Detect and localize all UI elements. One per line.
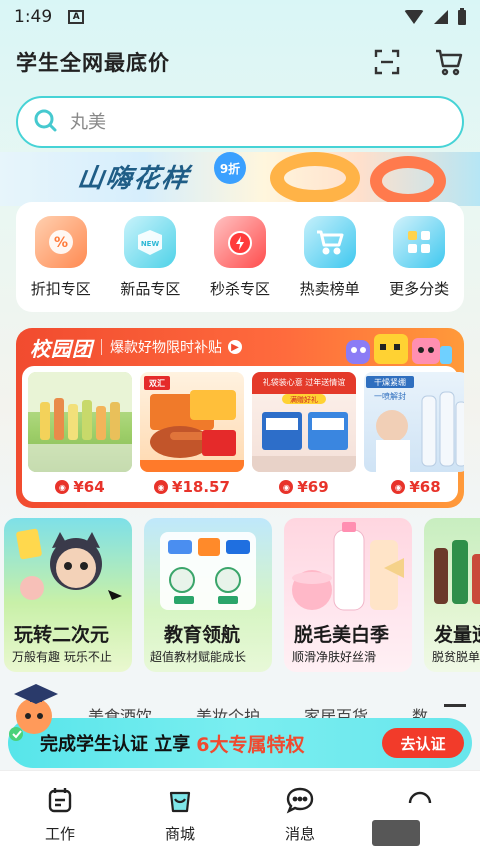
divider: [101, 339, 102, 355]
graduate-mascot-icon: [4, 672, 74, 742]
product-image: 干燥紧绷 一喷解封: [364, 372, 464, 472]
category-more[interactable]: 更多分类: [379, 216, 459, 299]
wifi-icon: [404, 10, 424, 24]
price-tag-icon: ◉: [279, 480, 294, 494]
category-label: 新品专区: [120, 280, 181, 298]
scan-icon[interactable]: [372, 47, 402, 77]
campus-product-list: ◉ ¥64 双汇 ◉ ¥18.57 礼袋装心意 过年送情谊 满赠好礼 ◉ ¥69…: [22, 366, 464, 502]
nav-label: 商城: [164, 825, 195, 843]
product-price: ◉ ¥69: [279, 478, 329, 496]
cert-highlight: 6大专属特权: [196, 733, 305, 756]
search-input[interactable]: [70, 111, 430, 133]
page-title: 学生全网最底价: [16, 51, 170, 75]
product-image: [28, 372, 132, 472]
price-tag-icon: ◉: [55, 480, 70, 494]
flash-sale-icon: [213, 216, 266, 268]
product-tag-text: 一喷解封: [374, 391, 406, 401]
chevron-right-icon: ▶: [228, 340, 242, 354]
price-tag-icon: ◉: [154, 480, 169, 494]
product-price: ◉ ¥68: [391, 478, 441, 496]
promo-carousel: 玩转二次元 万般有趣 玩乐不止 教育领航 超值教材赋能成长 脱毛美白季 顺滑净肤…: [4, 518, 480, 672]
promo-illustration: [434, 540, 480, 604]
banner-badge: 9折: [214, 152, 246, 184]
student-cert-banner[interactable]: 完成学生认证 立享 6大专属特权 去认证: [8, 718, 472, 768]
campus-subtitle: 爆款好物限时补贴: [110, 340, 222, 356]
work-icon: [45, 785, 75, 819]
cart-icon[interactable]: [434, 47, 464, 77]
discount-icon: %: [34, 216, 87, 268]
battery-icon: [458, 7, 466, 25]
category-flash-sale[interactable]: 秒杀专区: [200, 216, 280, 299]
nav-shop[interactable]: 商城: [120, 771, 240, 853]
message-icon: [285, 785, 315, 819]
product-tag-text: 干燥紧绷: [374, 377, 406, 387]
category-card: % 折扣专区 NEW 新品专区 秒杀专区 热卖榜单 更多分类: [16, 202, 464, 312]
product-image: 礼袋装心意 过年送情谊 满赠好礼: [252, 372, 356, 472]
search-bar[interactable]: [16, 96, 464, 148]
banner-carousel[interactable]: 山嗨花样 9折: [0, 152, 480, 206]
product-card[interactable]: 干燥紧绷 一喷解封 ◉ ¥68: [364, 372, 464, 496]
promo-card-beauty[interactable]: 脱毛美白季 顺滑净肤好丝滑: [284, 518, 412, 672]
price-tag-icon: ◉: [391, 480, 406, 494]
hot-cart-icon: [303, 216, 356, 268]
promo-subtitle: 顺滑净肤好丝滑: [292, 650, 377, 664]
promo-illustration: [160, 532, 256, 610]
swim-ring-decor: [370, 156, 446, 206]
promo-card-education[interactable]: 教育领航 超值教材赋能成长: [144, 518, 272, 672]
product-card[interactable]: 双汇 ◉ ¥18.57: [140, 372, 244, 496]
promo-title: 脱毛美白季: [294, 624, 390, 646]
promo-illustration: [292, 522, 404, 611]
status-bar: 1:49 A: [0, 0, 480, 34]
product-image: 双汇: [140, 372, 244, 472]
product-tag-text: 双汇: [149, 378, 165, 388]
promo-subtitle: 万般有趣 玩乐不止: [12, 650, 112, 664]
product-tag-text: 满赠好礼: [290, 395, 318, 404]
promo-title: 发量逆: [434, 624, 480, 646]
nav-label: 工作: [44, 825, 75, 843]
svg-text:NEW: NEW: [141, 240, 160, 248]
promo-subtitle: 超值教材赋能成长: [150, 650, 247, 664]
category-label: 热卖榜单: [299, 280, 360, 298]
nav-message[interactable]: 消息: [240, 771, 360, 853]
product-price: ◉ ¥18.57: [154, 478, 230, 496]
status-indicators: [404, 7, 466, 25]
mascot-illustration: [336, 330, 456, 364]
banner-text: 山嗨花样: [75, 164, 192, 194]
product-card[interactable]: 礼袋装心意 过年送情谊 满赠好礼 ◉ ¥69: [252, 372, 356, 496]
category-new[interactable]: NEW 新品专区: [110, 216, 190, 299]
promo-illustration: [16, 528, 122, 600]
status-time: 1:49: [14, 7, 53, 27]
notification-icon: A: [68, 10, 85, 24]
nav-work[interactable]: 工作: [0, 771, 120, 853]
signal-icon: [434, 10, 448, 24]
shop-bag-icon: [165, 785, 195, 819]
category-discount[interactable]: % 折扣专区: [21, 216, 101, 299]
campus-header[interactable]: 校园团 爆款好物限时补贴 ▶: [16, 328, 326, 366]
promo-card-anime[interactable]: 玩转二次元 万般有趣 玩乐不止: [4, 518, 132, 672]
promo-subtitle: 脱贫脱单: [432, 650, 480, 664]
product-price: ◉ ¥64: [55, 478, 105, 496]
category-label: 更多分类: [389, 280, 450, 298]
grid-icon: [393, 216, 446, 268]
campus-group-card[interactable]: 校园团 爆款好物限时补贴 ▶ ◉ ¥64 双汇 ◉ ¥18.57 礼袋装心意 过…: [16, 328, 464, 508]
search-icon: [32, 107, 58, 137]
svg-text:%: %: [54, 235, 68, 251]
promo-title: 教育领航: [164, 624, 241, 646]
promo-card-hair[interactable]: 发量逆 脱贫脱单: [424, 518, 480, 672]
new-icon: NEW: [124, 216, 177, 268]
product-tag-text: 礼袋装心意 过年送情谊: [263, 377, 346, 387]
nav-label: 消息: [284, 825, 315, 843]
campus-logo: 校园团: [30, 336, 93, 361]
category-label: 折扣专区: [30, 280, 91, 298]
category-label: 秒杀专区: [209, 280, 270, 298]
swim-ring-decor: [270, 152, 360, 204]
product-card[interactable]: ◉ ¥64: [28, 372, 132, 496]
profile-icon: [405, 785, 435, 819]
promo-title: 玩转二次元: [14, 624, 110, 646]
header: 学生全网最底价: [0, 40, 480, 84]
certify-button[interactable]: 去认证: [382, 728, 464, 758]
category-hot-list[interactable]: 热卖榜单: [290, 216, 370, 299]
system-overlay: [372, 820, 420, 846]
